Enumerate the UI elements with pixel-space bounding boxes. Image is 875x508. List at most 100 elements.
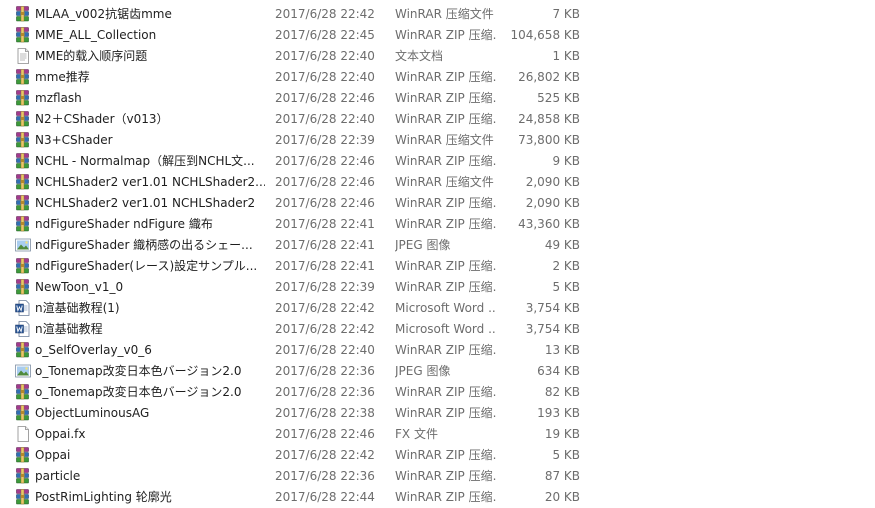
file-size: 13 KB <box>544 343 580 357</box>
file-row[interactable]: NCHLShader2 ver1.01 NCHLShader2 2017/6/28… <box>0 193 875 214</box>
file-name[interactable]: particle <box>35 466 265 487</box>
file-name[interactable]: MME的载入顺序问题 <box>35 46 265 67</box>
word-document-icon <box>15 300 31 316</box>
file-row[interactable]: o_SelfOverlay_v0_6 2017/6/28 22:40 WinRAR … <box>0 340 875 361</box>
file-size: 634 KB <box>537 364 580 378</box>
file-name[interactable]: o_Tonemap改変日本色バージョン2.0 <box>35 361 265 382</box>
file-row[interactable]: o_Tonemap改変日本色バージョン2.0 2017/6/28 22:36 Win… <box>0 382 875 403</box>
file-type: JPEG 图像 <box>395 364 451 378</box>
file-name[interactable]: mme推荐 <box>35 67 265 88</box>
file-date-modified: 2017/6/28 22:46 <box>275 196 375 210</box>
winrar-archive-icon <box>15 216 31 232</box>
file-row[interactable]: Oppai 2017/6/28 22:42 WinRAR ZIP 压缩... 5 KB <box>0 445 875 466</box>
file-type: WinRAR ZIP 压缩... <box>395 91 497 105</box>
winrar-archive-icon <box>15 153 31 169</box>
winrar-archive-icon <box>15 447 31 463</box>
file-size: 26,802 KB <box>518 70 580 84</box>
winrar-archive-icon <box>15 405 31 421</box>
file-row[interactable]: ObjectLuminousAG 2017/6/28 22:38 WinRAR ZI… <box>0 403 875 424</box>
file-name[interactable]: o_Tonemap改変日本色バージョン2.0 <box>35 382 265 403</box>
file-row[interactable]: mzflash 2017/6/28 22:46 WinRAR ZIP 压缩... 52… <box>0 88 875 109</box>
file-row[interactable]: o_Tonemap改変日本色バージョン2.0 2017/6/28 22:36 JPE… <box>0 361 875 382</box>
file-size: 9 KB <box>552 154 580 168</box>
file-type: WinRAR ZIP 压缩... <box>395 343 497 357</box>
file-size: 7 KB <box>552 7 580 21</box>
file-row[interactable]: MLAA_v002抗锯齿mme 2017/6/28 22:42 WinRAR 压缩文… <box>0 4 875 25</box>
file-name[interactable]: n渲基础教程 <box>35 319 265 340</box>
file-type: Microsoft Word ... <box>395 322 497 336</box>
file-row[interactable]: n渲基础教程 2017/6/28 22:42 Microsoft Word ... 3… <box>0 319 875 340</box>
file-size: 1 KB <box>552 49 580 63</box>
file-name[interactable]: NCHLShader2 ver1.01 NCHLShader2 <box>35 193 265 214</box>
file-name[interactable]: NewToon_v1_0 <box>35 277 265 298</box>
file-row[interactable]: mme推荐 2017/6/28 22:40 WinRAR ZIP 压缩... 26,8… <box>0 67 875 88</box>
file-date-modified: 2017/6/28 22:40 <box>275 49 375 63</box>
file-size: 193 KB <box>537 406 580 420</box>
file-name[interactable]: ndFigureShader 織柄感の出るシェー... <box>35 235 265 256</box>
winrar-archive-icon <box>15 132 31 148</box>
file-name[interactable]: o_SelfOverlay_v0_6 <box>35 340 265 361</box>
file-row[interactable]: N2＋CShader（v013） 2017/6/28 22:40 WinRAR ZI… <box>0 109 875 130</box>
file-row[interactable]: ndFigureShader 織柄感の出るシェー... 2017/6/28 22:… <box>0 235 875 256</box>
file-size: 5 KB <box>552 448 580 462</box>
file-date-modified: 2017/6/28 22:36 <box>275 469 375 483</box>
file-size: 2 KB <box>552 259 580 273</box>
file-type: WinRAR ZIP 压缩... <box>395 448 497 462</box>
file-row[interactable]: N3+CShader 2017/6/28 22:39 WinRAR 压缩文件 73,8… <box>0 130 875 151</box>
file-type: Microsoft Word ... <box>395 301 497 315</box>
file-type: JPEG 图像 <box>395 238 451 252</box>
file-name[interactable]: mzflash <box>35 88 265 109</box>
file-row[interactable]: NCHL - Normalmap（解压到NCHL文... 2017/6/28 22… <box>0 151 875 172</box>
file-type: FX 文件 <box>395 427 438 441</box>
file-row[interactable]: PostRimLighting 轮廓光 2017/6/28 22:44 WinRAR… <box>0 487 875 508</box>
file-row[interactable]: ndFigureShader ndFigure 織布 2017/6/28 22:4… <box>0 214 875 235</box>
blank-file-icon <box>15 426 31 442</box>
file-row[interactable]: MME的载入顺序问题 2017/6/28 22:40 文本文档 1 KB <box>0 46 875 67</box>
winrar-archive-icon <box>15 279 31 295</box>
file-name[interactable]: NCHLShader2 ver1.01 NCHLShader2... <box>35 172 265 193</box>
file-size: 3,754 KB <box>525 322 580 336</box>
file-type: WinRAR 压缩文件 <box>395 7 494 21</box>
file-name[interactable]: ObjectLuminousAG <box>35 403 265 424</box>
file-list: MLAA_v002抗锯齿mme 2017/6/28 22:42 WinRAR 压缩文… <box>0 4 875 508</box>
file-name[interactable]: ndFigureShader(レース)設定サンプル... <box>35 256 265 277</box>
file-size: 43,360 KB <box>518 217 580 231</box>
winrar-archive-icon <box>15 342 31 358</box>
file-date-modified: 2017/6/28 22:46 <box>275 91 375 105</box>
file-date-modified: 2017/6/28 22:46 <box>275 427 375 441</box>
winrar-archive-icon <box>15 6 31 22</box>
file-date-modified: 2017/6/28 22:39 <box>275 133 375 147</box>
file-size: 49 KB <box>544 238 580 252</box>
file-name[interactable]: N2＋CShader（v013） <box>35 109 265 130</box>
file-date-modified: 2017/6/28 22:42 <box>275 448 375 462</box>
file-size: 87 KB <box>544 469 580 483</box>
file-name[interactable]: ndFigureShader ndFigure 織布 <box>35 214 265 235</box>
file-name[interactable]: Oppai <box>35 445 265 466</box>
winrar-archive-icon <box>15 90 31 106</box>
file-name[interactable]: NCHL - Normalmap（解压到NCHL文... <box>35 151 265 172</box>
winrar-archive-icon <box>15 468 31 484</box>
file-row[interactable]: ndFigureShader(レース)設定サンプル... 2017/6/28 22… <box>0 256 875 277</box>
file-name[interactable]: n渲基础教程(1) <box>35 298 265 319</box>
file-name[interactable]: N3+CShader <box>35 130 265 151</box>
winrar-archive-icon <box>15 489 31 505</box>
file-row[interactable]: n渲基础教程(1) 2017/6/28 22:42 Microsoft Word .… <box>0 298 875 319</box>
file-name[interactable]: PostRimLighting 轮廓光 <box>35 487 265 508</box>
file-type: WinRAR ZIP 压缩... <box>395 406 497 420</box>
file-name[interactable]: Oppai.fx <box>35 424 265 445</box>
file-size: 24,858 KB <box>518 112 580 126</box>
file-type: WinRAR ZIP 压缩... <box>395 70 497 84</box>
file-row[interactable]: NCHLShader2 ver1.01 NCHLShader2... 2017/6… <box>0 172 875 193</box>
file-date-modified: 2017/6/28 22:38 <box>275 406 375 420</box>
file-date-modified: 2017/6/28 22:44 <box>275 490 375 504</box>
file-row[interactable]: Oppai.fx 2017/6/28 22:46 FX 文件 19 KB <box>0 424 875 445</box>
jpeg-image-icon <box>15 237 31 253</box>
file-name[interactable]: MME_ALL_Collection <box>35 25 265 46</box>
file-name[interactable]: MLAA_v002抗锯齿mme <box>35 4 265 25</box>
winrar-archive-icon <box>15 69 31 85</box>
file-date-modified: 2017/6/28 22:40 <box>275 343 375 357</box>
winrar-archive-icon <box>15 258 31 274</box>
file-row[interactable]: particle 2017/6/28 22:36 WinRAR ZIP 压缩... 8… <box>0 466 875 487</box>
file-row[interactable]: MME_ALL_Collection 2017/6/28 22:45 WinRAR … <box>0 25 875 46</box>
file-row[interactable]: NewToon_v1_0 2017/6/28 22:39 WinRAR ZIP 压缩… <box>0 277 875 298</box>
